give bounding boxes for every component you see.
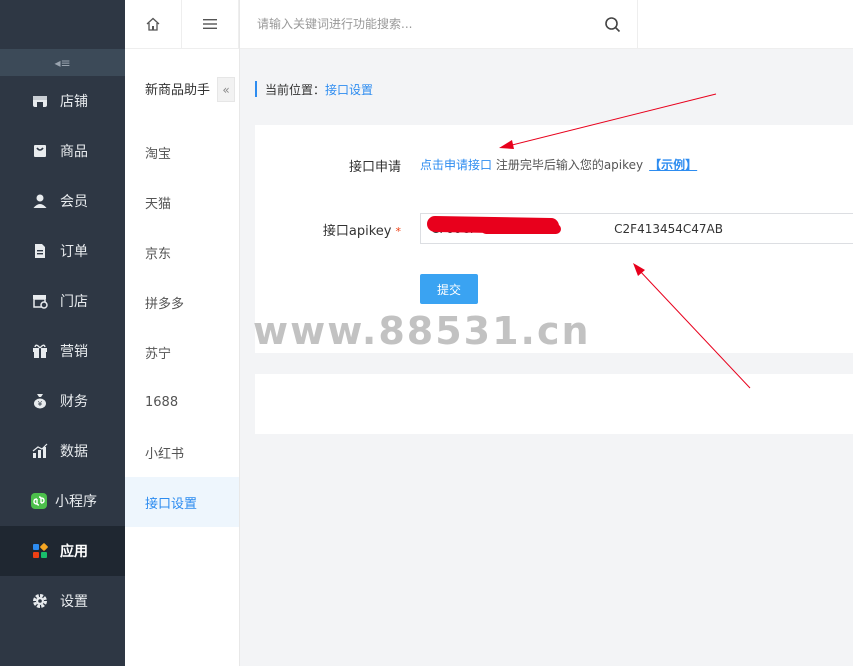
apikey-label-text: 接口apikey	[322, 224, 392, 239]
sidebar-item-order[interactable]: 订单	[0, 226, 125, 276]
document-icon	[32, 243, 48, 259]
apply-api-link[interactable]: 点击申请接口	[420, 158, 492, 172]
sidebar-item-settings[interactable]: 设置	[0, 576, 125, 626]
empty-card	[255, 374, 853, 434]
subnav-item-label: 接口设置	[145, 496, 198, 512]
shop-settings-icon	[32, 293, 48, 309]
required-mark: *	[395, 225, 402, 238]
money-bag-icon: ¥	[32, 393, 48, 409]
menu-toggle-button[interactable]	[182, 0, 239, 48]
sidebar-item-label: 店铺	[60, 94, 88, 110]
main-content: 当前位置： 接口设置 接口申请 点击申请接口 注册完毕后输入您的apikey 【示…	[240, 49, 853, 666]
sidebar-item-label: 设置	[60, 594, 88, 610]
subnav-toolbar	[125, 0, 239, 49]
chart-icon	[32, 443, 48, 459]
subnav-item-suning[interactable]: 苏宁	[125, 327, 239, 377]
subnav-item-xiaohongshu[interactable]: 小红书	[125, 427, 239, 477]
breadcrumb-prefix: 当前位置：	[265, 82, 326, 97]
subnav-item-label: 淘宝	[145, 146, 172, 162]
sidebar-item-label: 会员	[60, 194, 88, 210]
sidebar-item-label: 财务	[60, 394, 88, 410]
apps-icon	[32, 543, 48, 559]
subnav-item-api-settings[interactable]: 接口设置	[125, 477, 239, 527]
sidebar-item-label: 商品	[60, 144, 88, 160]
subnav-item-label: 苏宁	[145, 346, 172, 362]
top-search-bar	[240, 0, 853, 49]
sidebar-item-label: 门店	[60, 294, 88, 310]
gift-icon	[32, 343, 48, 359]
svg-text:¥: ¥	[38, 400, 43, 408]
sidebar-item-store[interactable]: 店铺	[0, 76, 125, 126]
subnav-item-label: 1688	[145, 394, 179, 410]
sidebar-collapse-toggle[interactable]: ◂≡	[0, 49, 125, 76]
sidebar-item-finance[interactable]: ¥ 财务	[0, 376, 125, 426]
subnav-item-taobao[interactable]: 淘宝	[125, 127, 239, 177]
sidebar-logo-area	[0, 0, 125, 49]
apikey-label: 接口apikey *	[323, 220, 401, 239]
sidebar-item-member[interactable]: 会员	[0, 176, 125, 226]
sidebar-item-apps[interactable]: 应用	[0, 526, 125, 576]
sidebar-item-goods[interactable]: 商品	[0, 126, 125, 176]
sidebar-item-data[interactable]: 数据	[0, 426, 125, 476]
apply-row: 点击申请接口 注册完毕后输入您的apikey 【示例】	[420, 156, 697, 173]
sidebar-item-label: 营销	[60, 344, 88, 360]
breadcrumb: 当前位置： 接口设置	[255, 81, 373, 97]
gear-icon	[32, 593, 48, 609]
breadcrumb-current[interactable]: 接口设置	[325, 81, 373, 98]
sidebar-item-marketing[interactable]: 营销	[0, 326, 125, 376]
main-sidebar: ◂≡ 店铺 商品 会员 订单 门店 营销 ¥ 财务 数据 小程序 应用 设置	[0, 0, 125, 666]
watermark: www.88531.cn	[253, 309, 591, 353]
redaction-mark	[481, 224, 561, 234]
subnav-title: 新商品助手 «	[125, 49, 239, 127]
subnav-title-text: 新商品助手	[145, 82, 211, 98]
bag-icon	[32, 143, 48, 159]
sidebar-item-label: 应用	[60, 544, 88, 560]
sidebar-item-outlet[interactable]: 门店	[0, 276, 125, 326]
subnav-item-label: 天猫	[145, 196, 172, 212]
subnav-collapse-button[interactable]: «	[217, 77, 235, 102]
subnav-item-jd[interactable]: 京东	[125, 227, 239, 277]
search-input[interactable]	[240, 0, 638, 48]
sidebar-item-label: 数据	[60, 444, 88, 460]
subnav-item-label: 小红书	[145, 446, 185, 462]
subnav-item-1688[interactable]: 1688	[125, 377, 239, 427]
subnav-item-pinduoduo[interactable]: 拼多多	[125, 277, 239, 327]
user-icon	[32, 193, 48, 209]
subnav-item-tmall[interactable]: 天猫	[125, 177, 239, 227]
collapse-icon: ◂≡	[54, 55, 71, 70]
home-icon	[146, 17, 160, 31]
hamburger-icon	[203, 19, 217, 29]
miniprogram-icon	[31, 493, 47, 509]
apply-label: 接口申请	[348, 160, 401, 175]
home-button[interactable]	[125, 0, 182, 48]
sidebar-item-miniprogram[interactable]: 小程序	[0, 476, 125, 526]
submit-button[interactable]: 提交	[420, 274, 478, 304]
sidebar-item-label: 小程序	[55, 494, 97, 510]
double-chevron-left-icon: «	[222, 82, 230, 97]
search-icon[interactable]	[604, 16, 622, 34]
store-icon	[32, 93, 48, 109]
subnav-item-label: 拼多多	[145, 296, 185, 312]
sidebar-item-label: 订单	[60, 244, 88, 260]
example-link[interactable]: 【示例】	[649, 158, 697, 172]
apply-hint-text: 注册完毕后输入您的apikey	[492, 158, 644, 172]
subnav-item-label: 京东	[145, 246, 172, 262]
secondary-sidebar: 新商品助手 « 淘宝 天猫 京东 拼多多 苏宁 1688 小红书 接口设置	[125, 0, 240, 666]
